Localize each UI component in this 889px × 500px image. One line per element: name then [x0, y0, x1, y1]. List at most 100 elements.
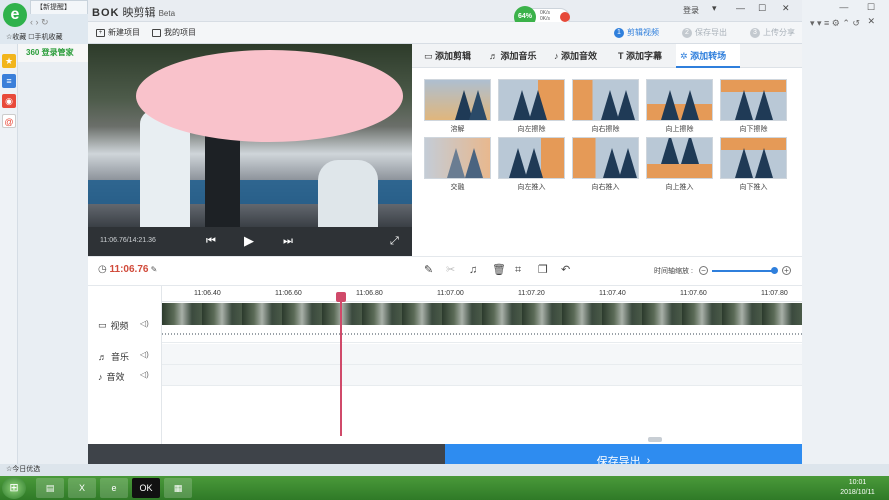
- transition-thumb-wipe-left[interactable]: [498, 79, 565, 121]
- redaction-overlay: [136, 50, 403, 142]
- tab-add-music[interactable]: ♬ 添加音乐: [485, 44, 547, 68]
- list-icon[interactable]: ≡: [2, 74, 16, 88]
- extension-label[interactable]: 360 登录管家: [18, 44, 88, 62]
- browser-sidebar: ★ ≡ ◉ @: [0, 44, 18, 464]
- next-frame-icon[interactable]: ⏭: [283, 234, 293, 248]
- speed-status-icon: [560, 12, 570, 22]
- step-number: 3: [750, 27, 760, 38]
- taskbar-app-icon[interactable]: ▦: [164, 478, 192, 498]
- step-edit-video[interactable]: 1 剪辑视频: [614, 27, 659, 38]
- copy-icon[interactable]: ❐: [538, 264, 548, 276]
- timeline-zoom-label: 时间轴缩放 :: [654, 268, 693, 275]
- play-icon[interactable]: ▶: [244, 234, 254, 248]
- pen-icon[interactable]: ✎: [424, 264, 433, 276]
- taskbar-app-icon[interactable]: e: [100, 478, 128, 498]
- new-project-button[interactable]: + 新建项目: [96, 27, 140, 38]
- track-label-music: ♬ 音乐: [98, 350, 129, 363]
- music-track-icon: ♬: [98, 351, 107, 362]
- tab-add-sfx[interactable]: ♪ 添加音效: [550, 44, 612, 68]
- step-label: 上传分享: [763, 28, 795, 37]
- start-button-icon[interactable]: ⊞: [2, 477, 26, 499]
- close-button[interactable]: ✕: [782, 3, 790, 14]
- playhead[interactable]: [340, 294, 342, 436]
- speaker-icon[interactable]: ◁): [140, 350, 149, 359]
- playhead-handle[interactable]: [336, 292, 346, 302]
- step-upload-share: 3 上传分享: [750, 27, 795, 38]
- ruler-tick: 11:07.20: [518, 290, 545, 297]
- transition-label: 溶解: [450, 126, 465, 133]
- video-track-clip[interactable]: [162, 303, 802, 325]
- tab-label: 添加音乐: [500, 51, 537, 61]
- menu-dropdown-icon[interactable]: ▾: [712, 3, 717, 14]
- clock-time: 10:01: [848, 479, 867, 486]
- browser-tab-title: 【新提醒】: [36, 4, 71, 11]
- taskbar-app-icon[interactable]: X: [68, 478, 96, 498]
- speaker-icon[interactable]: ◁): [140, 370, 149, 379]
- zoom-slider-track[interactable]: [712, 270, 775, 272]
- ruler-tick: 11:07.00: [437, 290, 464, 297]
- tab-label: 添加转场: [690, 51, 727, 61]
- browser-logo-icon[interactable]: e: [3, 3, 27, 27]
- minimize-button[interactable]: —: [736, 3, 745, 13]
- weibo-icon[interactable]: ◉: [2, 94, 16, 108]
- timeline-scrollbar[interactable]: [648, 437, 662, 442]
- browser-toolbar-right[interactable]: ▾ ▾ ≡ ⚙ ⌃ ↺: [802, 14, 889, 44]
- taskbar-app-icon[interactable]: OK: [132, 478, 160, 498]
- transition-thumb-wipe-right[interactable]: [572, 79, 639, 121]
- transition-thumb-push-up[interactable]: [646, 137, 713, 179]
- step-label: 剪辑视频: [627, 28, 659, 37]
- previous-frame-icon[interactable]: ⏮: [206, 234, 216, 248]
- sfx-track-icon: ♪: [98, 371, 103, 382]
- maximize-button[interactable]: ☐: [758, 3, 766, 14]
- edit-time-icon[interactable]: ✎: [148, 265, 158, 274]
- zoom-out-icon[interactable]: −: [699, 266, 708, 275]
- music-track[interactable]: [162, 344, 802, 365]
- crop-icon[interactable]: ⌗: [515, 264, 521, 276]
- transition-label: 交融: [450, 184, 465, 191]
- browser-tab[interactable]: 【新提醒】: [30, 0, 88, 14]
- tab-add-subtitle[interactable]: T 添加字幕: [614, 44, 676, 68]
- transition-thumb-blend[interactable]: [424, 137, 491, 179]
- ruler-tick: 11:07.80: [761, 290, 788, 297]
- mail-icon[interactable]: @: [2, 114, 16, 128]
- transition-thumb-dissolve[interactable]: [424, 79, 491, 121]
- speaker-icon[interactable]: ◁): [140, 319, 149, 328]
- zoom-slider-knob[interactable]: [771, 267, 778, 274]
- star-icon[interactable]: ★: [2, 54, 16, 68]
- step-number: 2: [682, 27, 692, 38]
- browser-right-area: [802, 0, 889, 464]
- transition-label: 向右推入: [591, 184, 620, 191]
- tab-label: 添加音效: [561, 51, 598, 61]
- transition-label: 向下推入: [739, 184, 768, 191]
- login-link[interactable]: 登录: [683, 5, 699, 16]
- clock-icon: ◷: [98, 264, 110, 275]
- fullscreen-icon[interactable]: ⤢: [390, 234, 399, 248]
- transition-thumb-wipe-up[interactable]: [646, 79, 713, 121]
- scissors-icon[interactable]: ✂: [446, 264, 455, 276]
- system-clock[interactable]: 10:01 2018/10/11: [830, 478, 885, 498]
- trash-icon[interactable]: 🗑: [492, 264, 506, 276]
- tab-add-transition[interactable]: ✲ 添加转场: [676, 44, 740, 68]
- clock-date: 2018/10/11: [840, 489, 875, 496]
- transition-thumb-push-down[interactable]: [720, 137, 787, 179]
- tab-label: 添加字幕: [626, 51, 663, 61]
- undo-icon[interactable]: ↶: [561, 264, 570, 276]
- tab-add-clip[interactable]: ▭ 添加剪辑: [420, 44, 482, 68]
- track-label-video: ▭ 视频: [98, 319, 129, 332]
- ruler-tick: 11:06.40: [194, 290, 221, 297]
- my-projects-button[interactable]: 我的项目: [152, 27, 196, 38]
- bell-icon[interactable]: ♫: [469, 264, 477, 276]
- transition-icon: ✲: [680, 51, 688, 61]
- transition-thumb-wipe-down[interactable]: [720, 79, 787, 121]
- zoom-in-icon[interactable]: +: [782, 266, 791, 275]
- transition-thumb-push-right[interactable]: [572, 137, 639, 179]
- browser-window-controls[interactable]: — ☐ ✕: [820, 0, 889, 26]
- folder-icon: [152, 28, 161, 37]
- sfx-track[interactable]: [162, 365, 802, 386]
- text-icon: T: [618, 51, 624, 61]
- new-project-label: 新建项目: [108, 28, 140, 37]
- taskbar-app-icon[interactable]: ▤: [36, 478, 64, 498]
- transition-thumb-push-left[interactable]: [498, 137, 565, 179]
- favorites-bar[interactable]: ☆收藏 ☐手机收藏: [0, 31, 94, 44]
- browser-nav-buttons[interactable]: ‹ › ↻: [30, 15, 90, 29]
